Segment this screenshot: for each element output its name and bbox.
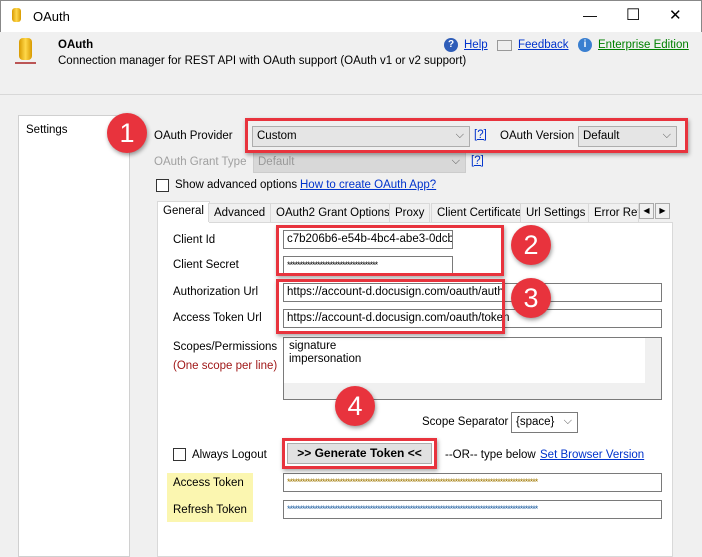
scope-item: impersonation — [289, 353, 362, 365]
tab-url-settings[interactable]: Url Settings — [520, 203, 592, 222]
separator-value: {space} — [516, 416, 555, 428]
vertical-scrollbar[interactable] — [645, 338, 661, 383]
or-text: --OR-- type below — [445, 449, 536, 461]
maximize-button[interactable]: ☐ — [626, 5, 640, 25]
sidebar: Settings — [18, 115, 130, 557]
tab-scroll-right-icon[interactable]: ▶ — [655, 203, 670, 219]
tab-client-certificate[interactable]: Client Certificate — [431, 203, 528, 222]
tab-advanced[interactable]: Advanced — [208, 203, 272, 222]
feedback-link[interactable]: Feedback — [518, 39, 569, 51]
annotation-box-4 — [282, 438, 437, 469]
separator-label: Scope Separator — [422, 416, 509, 428]
chevron-down-icon: ⌵ — [451, 155, 460, 167]
minimize-button[interactable]: — — [583, 7, 597, 23]
token-url-label: Access Token Url — [173, 312, 262, 324]
client-secret-label: Client Secret — [173, 259, 239, 271]
close-button[interactable]: ✕ — [669, 6, 682, 24]
auth-url-label: Authorization Url — [173, 286, 259, 298]
tab-error-retry[interactable]: Error Ret — [588, 203, 639, 222]
info-icon: i — [578, 38, 592, 52]
edition-link[interactable]: Enterprise Edition — [598, 39, 689, 51]
tab-scroll-left-icon[interactable]: ◀ — [639, 203, 654, 219]
refresh-token-label: Refresh Token — [173, 504, 247, 516]
annotation-box-3 — [276, 279, 505, 334]
help-link[interactable]: Help — [464, 39, 488, 51]
browser-version-link[interactable]: Set Browser Version — [540, 449, 644, 461]
help-icon: ? — [444, 38, 458, 52]
network-icon — [15, 62, 36, 64]
annotation-marker-2: 2 — [511, 225, 551, 265]
header: OAuth Connection manager for REST API wi… — [0, 32, 702, 95]
always-logout-label: Always Logout — [192, 449, 267, 461]
access-token-input[interactable]: ****************************************… — [283, 473, 662, 492]
scope-item: signature — [289, 340, 337, 352]
annotation-marker-4: 4 — [335, 386, 375, 426]
window-title: OAuth — [33, 9, 70, 24]
annotation-marker-3: 3 — [511, 278, 551, 318]
header-title: OAuth — [58, 39, 94, 51]
separator-select[interactable]: {space} ⌵ — [511, 412, 578, 433]
access-token-label: Access Token — [173, 477, 244, 489]
title-bar: OAuth — ☐ ✕ — [0, 0, 702, 32]
scopes-hint: (One scope per line) — [173, 360, 278, 372]
always-logout-checkbox[interactable] — [173, 448, 186, 461]
grant-value: Default — [258, 156, 295, 168]
app-icon — [12, 8, 21, 22]
tab-general[interactable]: General — [157, 201, 210, 223]
scopes-label: Scopes/Permissions — [173, 341, 278, 353]
annotation-box-2 — [276, 225, 504, 276]
header-subtitle: Connection manager for REST API with OAu… — [58, 55, 467, 67]
chevron-down-icon: ⌵ — [563, 415, 572, 427]
client-id-label: Client Id — [173, 234, 216, 246]
tab-proxy[interactable]: Proxy — [389, 203, 431, 222]
howto-link[interactable]: How to create OAuth App? — [300, 179, 436, 191]
annotation-marker-1: 1 — [107, 113, 147, 153]
annotation-box-1 — [245, 118, 688, 153]
grant-label: OAuth Grant Type — [154, 156, 247, 168]
refresh-token-input[interactable]: ****************************************… — [283, 500, 662, 519]
scopes-textarea[interactable]: signature impersonation — [283, 337, 662, 400]
advanced-label: Show advanced options — [175, 179, 298, 191]
grant-select: Default ⌵ — [253, 152, 466, 173]
advanced-checkbox[interactable] — [156, 179, 169, 192]
grant-help-link[interactable]: [?] — [471, 155, 484, 167]
database-icon — [19, 38, 32, 60]
tab-oauth2-grant-options[interactable]: OAuth2 Grant Options — [270, 203, 396, 222]
mail-icon — [497, 40, 512, 51]
provider-label: OAuth Provider — [154, 130, 233, 142]
